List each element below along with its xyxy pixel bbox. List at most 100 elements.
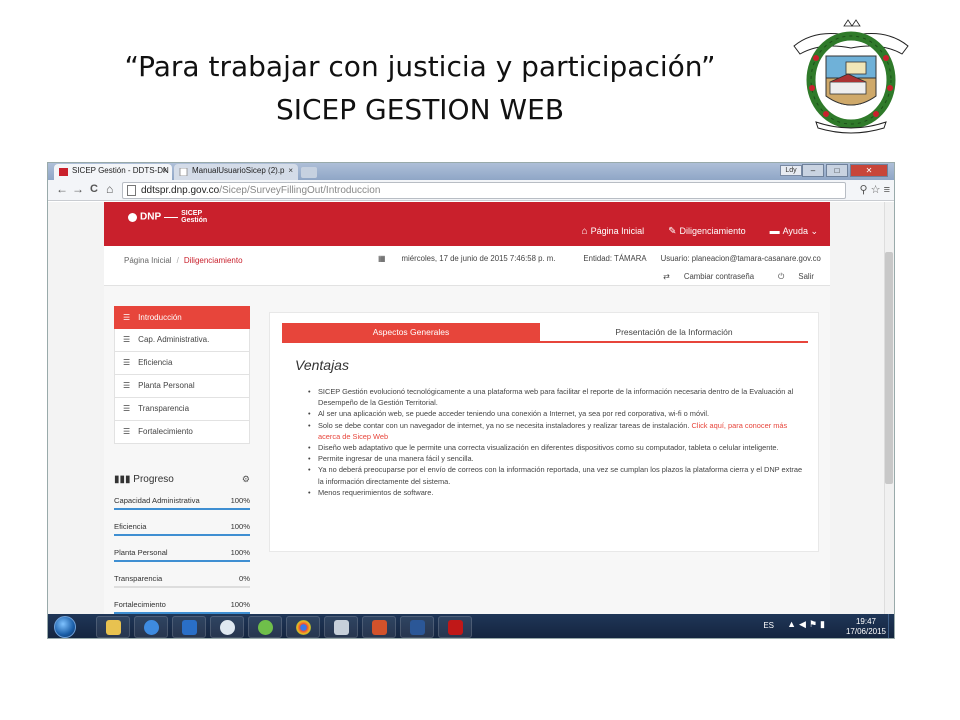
clock-time: 19:47 <box>855 617 876 626</box>
taskbar-chrome[interactable] <box>286 616 320 638</box>
document-favicon-icon <box>179 168 188 176</box>
presentation-slide: “Para trabajar con justicia y participac… <box>0 0 960 720</box>
breadcrumb-home[interactable]: Página Inicial <box>124 256 172 265</box>
list-icon: ☰ <box>123 313 131 322</box>
sidebar-item-introduccion[interactable]: ☰ Introducción <box>114 306 250 329</box>
back-button[interactable]: ← <box>56 182 68 196</box>
taskbar-word[interactable] <box>400 616 434 638</box>
browser-tab-sicep[interactable]: SICEP Gestión - DDTS-DN × <box>54 164 172 180</box>
browser-tab-manual[interactable]: ManualUsuarioSicep (2).p × <box>174 164 298 180</box>
taskbar-acrobat[interactable] <box>438 616 472 638</box>
browser-navbar: ← → C ⌂ ddtspr.dnp.gov.co/Sicep/SurveyFi… <box>48 180 894 201</box>
scrollbar-thumb[interactable] <box>885 252 893 484</box>
new-tab-button[interactable] <box>301 167 317 178</box>
breadcrumb: Página Inicial / Diligenciamiento <box>124 256 243 265</box>
windows-taskbar: ES ▲◀⚑▮ 19:47 17/06/2015 <box>48 614 894 638</box>
home-button[interactable]: ⌂ <box>106 182 113 196</box>
tab-aspectos-generales[interactable]: Aspectos Generales <box>282 323 540 341</box>
chat-icon: ▬ <box>769 226 780 237</box>
progress-track <box>114 586 250 588</box>
taskbar-powerpoint[interactable] <box>362 616 396 638</box>
sidebar-item-label: Eficiencia <box>138 358 173 367</box>
content-heading: Ventajas <box>295 357 349 373</box>
reload-button[interactable]: C <box>90 183 98 195</box>
list-icon: ☰ <box>123 427 131 436</box>
sidebar-item-eficiencia[interactable]: ☰ Eficiencia <box>114 352 250 375</box>
power-icon: ⏻ <box>778 272 787 281</box>
sidebar-item-cap-administrativa[interactable]: ☰ Cap. Administrativa. <box>114 329 250 352</box>
colombia-seal-icon <box>128 212 137 222</box>
progress-fill <box>114 534 250 536</box>
progress-value: 100% <box>230 600 250 609</box>
date-label: ▦ miércoles, 17 de junio de 2015 7:46:58… <box>378 254 569 263</box>
sidebar: ☰ Introducción ☰ Cap. Administrativa. ☰ Efi… <box>114 306 250 444</box>
edit-icon: ✎ <box>668 226 677 237</box>
progress-row: Planta Personal 100% <box>114 544 250 570</box>
clock[interactable]: 19:47 17/06/2015 <box>846 617 886 637</box>
list-item-text: Solo se debe contar con un navegador de … <box>318 420 690 430</box>
main-nav: ⌂ Página Inicial ✎ Diligenciamiento ▬ Ayuda… <box>582 226 818 237</box>
tray-icons[interactable]: ▲◀⚑▮ <box>787 619 828 630</box>
sidebar-item-label: Introducción <box>138 313 182 322</box>
list-icon: ☰ <box>123 404 131 413</box>
gear-icon[interactable]: ⚙ <box>242 474 250 485</box>
page-icon <box>127 185 136 196</box>
change-password-link[interactable]: ⇄ Cambiar contraseña <box>651 272 754 281</box>
browser-tab-label: SICEP Gestión - DDTS-DN <box>72 166 169 175</box>
bar-chart-icon: ▮▮▮ <box>114 474 134 485</box>
forward-button[interactable]: → <box>72 182 84 196</box>
sidebar-item-fortalecimiento[interactable]: ☰ Fortalecimiento <box>114 421 250 444</box>
list-item: Menos requerimientos de software. <box>294 487 804 498</box>
address-bar[interactable]: ddtspr.dnp.gov.co/Sicep/SurveyFillingOut… <box>122 182 846 199</box>
nav-home[interactable]: ⌂ Página Inicial <box>582 226 645 237</box>
breadcrumb-current: Diligenciamiento <box>183 256 243 265</box>
page-viewport: DNP SICEP Gestión ⌂ Página Inicial ✎ Diligen… <box>48 202 886 614</box>
progress-label: Transparencia <box>114 574 163 583</box>
sicep-app: DNP SICEP Gestión ⌂ Página Inicial ✎ Diligen… <box>104 202 830 614</box>
progress-panel: ▮▮▮ Progreso ⚙ Capacidad Administrativa 1… <box>114 474 250 614</box>
progress-value: 100% <box>230 548 250 557</box>
sidebar-item-planta-personal[interactable]: ☰ Planta Personal <box>114 375 250 398</box>
app-header: DNP SICEP Gestión ⌂ Página Inicial ✎ Diligen… <box>104 202 830 246</box>
info-bar: Página Inicial / Diligenciamiento ▦ miérco… <box>104 246 830 286</box>
logo-product-line2: Gestión <box>181 217 208 224</box>
home-icon: ⌂ <box>581 226 588 237</box>
sidebar-item-transparencia[interactable]: ☰ Transparencia <box>114 398 250 421</box>
list-icon: ☰ <box>123 335 131 344</box>
nav-diligenciamiento[interactable]: ✎ Diligenciamiento <box>668 226 745 237</box>
logout-link[interactable]: ⏻ Salir <box>766 272 814 281</box>
start-button[interactable] <box>54 616 76 638</box>
taskbar-explorer[interactable] <box>96 616 130 638</box>
browser-user-button[interactable]: Ldy <box>780 165 802 176</box>
nav-ayuda[interactable]: ▬ Ayuda ⌄ <box>770 226 818 237</box>
show-desktop-button[interactable] <box>888 614 894 638</box>
taskbar-ie[interactable] <box>134 616 168 638</box>
sidebar-item-label: Transparencia <box>138 404 190 413</box>
close-window-button[interactable]: ✕ <box>850 164 888 177</box>
dnp-sicep-logo[interactable]: DNP SICEP Gestión <box>128 210 207 224</box>
progress-row: Fortalecimiento 100% <box>114 596 250 614</box>
breadcrumb-separator: / <box>176 256 179 265</box>
content-tabs: Aspectos Generales Presentación de la In… <box>282 323 808 343</box>
progress-track <box>114 560 250 562</box>
session-actions: ⇄ Cambiar contraseña ⏻ Salir <box>639 272 814 282</box>
browser-screenshot: SICEP Gestión - DDTS-DN × ManualUsuarioS… <box>47 162 895 639</box>
list-item: Al ser una aplicación web, se puede acce… <box>294 408 804 419</box>
taskbar-player[interactable] <box>210 616 244 638</box>
minimize-button[interactable]: – <box>802 164 824 177</box>
taskbar-media[interactable] <box>172 616 206 638</box>
close-tab-icon[interactable]: × <box>162 166 167 175</box>
list-item: SICEP Gestión evolucionó tecnológicament… <box>294 386 804 408</box>
dnp-favicon-icon <box>59 168 68 176</box>
vertical-scrollbar[interactable] <box>884 202 894 614</box>
close-tab-icon[interactable]: × <box>288 166 293 175</box>
browser-toolbar-icons[interactable]: ⚲ ☆ ≡ <box>860 183 890 196</box>
taskbar-app[interactable] <box>324 616 358 638</box>
maximize-button[interactable]: □ <box>826 164 848 177</box>
tab-presentacion-informacion[interactable]: Presentación de la Información <box>540 323 808 341</box>
progress-title: Progreso <box>133 474 174 485</box>
language-indicator[interactable]: ES <box>763 621 774 630</box>
taskbar-people[interactable] <box>248 616 282 638</box>
logo-divider <box>164 216 179 218</box>
sidebar-item-label: Planta Personal <box>138 381 195 390</box>
